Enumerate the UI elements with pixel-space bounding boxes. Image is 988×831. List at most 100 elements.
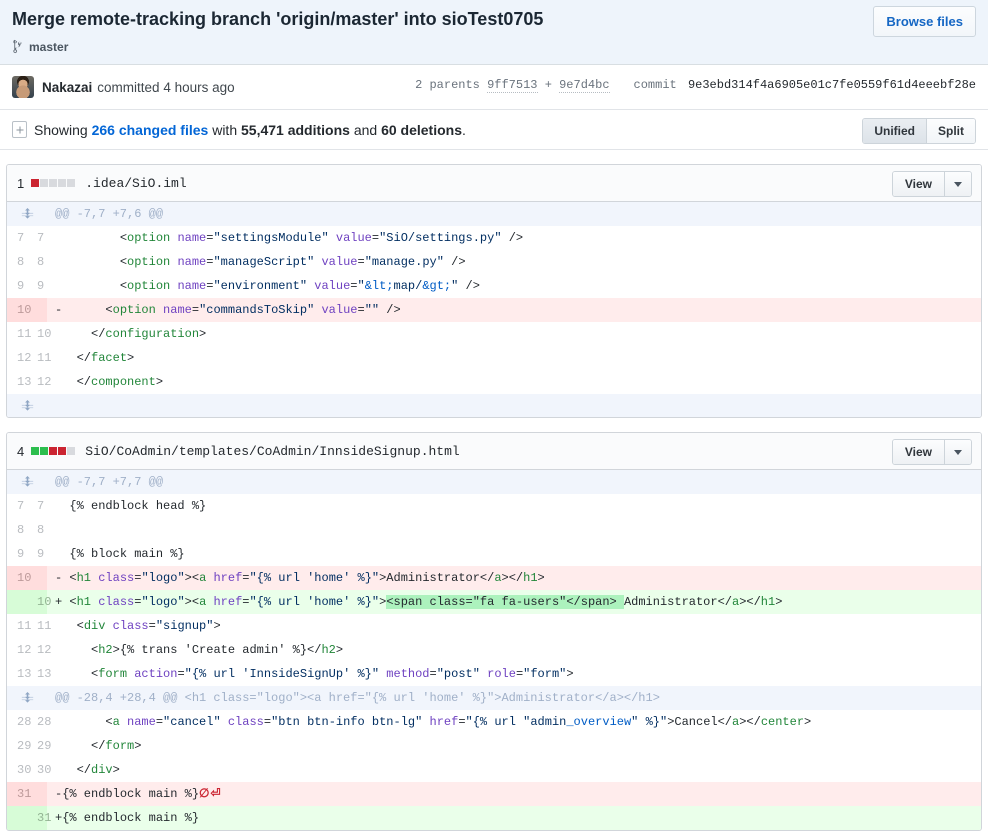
line-number-old[interactable]: 12 bbox=[7, 638, 31, 663]
line-number-old[interactable]: 12 bbox=[7, 346, 31, 371]
diff-table: @@ -7,7 +7,6 @@ 7 7 <option name="settings… bbox=[7, 202, 981, 418]
file-path[interactable]: .idea/SiO.iml bbox=[85, 176, 186, 191]
file-options-dropdown-button[interactable] bbox=[944, 172, 971, 197]
line-number-old[interactable]: 8 bbox=[7, 518, 27, 543]
diff-hunk-header-row bbox=[7, 394, 981, 418]
line-number-new[interactable]: 10 bbox=[27, 590, 51, 615]
avatar[interactable] bbox=[12, 76, 34, 99]
diff-line-add: 31 +{% endblock main %} bbox=[7, 806, 981, 831]
showing-label: Showing bbox=[34, 121, 88, 138]
line-number-old[interactable]: 9 bbox=[7, 542, 27, 567]
commit-sha[interactable]: 9e3ebd314f4a6905e01c7fe0559f61d4eeebf28e bbox=[688, 78, 976, 92]
diff-line-ctx: 13 12 </component> bbox=[7, 370, 981, 395]
file-diffstat bbox=[31, 179, 76, 188]
tab-split[interactable]: Split bbox=[926, 119, 975, 144]
file-path[interactable]: SiO/CoAdmin/templates/CoAdmin/InnsideSig… bbox=[85, 444, 459, 459]
expand-context-cell[interactable] bbox=[7, 686, 47, 711]
commit-label: commit bbox=[633, 78, 677, 93]
line-number-old[interactable]: 10 bbox=[7, 298, 31, 323]
diff-line-ctx: 11 10 </configuration> bbox=[7, 322, 981, 347]
line-number-old[interactable]: 7 bbox=[7, 226, 27, 251]
expand-context-icon[interactable] bbox=[21, 399, 34, 414]
hunk-header-text: @@ -7,7 +7,6 @@ bbox=[47, 202, 981, 227]
period: . bbox=[462, 121, 466, 138]
expand-diff-icon[interactable] bbox=[12, 121, 27, 139]
diffstat-block-non bbox=[58, 179, 67, 188]
line-number-old[interactable]: 11 bbox=[7, 614, 31, 639]
file-change-count: 4 bbox=[17, 443, 25, 459]
view-file-button[interactable]: View bbox=[892, 440, 944, 465]
branch-name[interactable]: master bbox=[29, 40, 68, 54]
line-number-new[interactable]: 9 bbox=[27, 274, 47, 299]
diff-line-content: <h2>{% trans 'Create admin' %}</h2> bbox=[47, 638, 981, 662]
diff-line-ctx: 99 <option name="environment" value="&lt… bbox=[7, 274, 981, 299]
diffstat-block-del bbox=[49, 447, 58, 456]
file-diffstat bbox=[31, 447, 76, 456]
line-number-old[interactable]: 30 bbox=[7, 758, 31, 783]
deletions-count: 60 deletions bbox=[381, 121, 462, 138]
file-options-dropdown-button[interactable] bbox=[944, 440, 971, 465]
line-number-new[interactable]: 8 bbox=[27, 250, 47, 275]
line-number-old[interactable]: 7 bbox=[7, 494, 27, 519]
diff-line-content: <option name="manageScript" value="manag… bbox=[47, 250, 981, 274]
diff-line-sign: + bbox=[55, 811, 63, 826]
expand-context-cell[interactable] bbox=[7, 470, 47, 495]
diff-line-sign bbox=[55, 667, 62, 681]
diff-line-content: +{% endblock main %} bbox=[47, 806, 981, 831]
line-number-old[interactable]: 29 bbox=[7, 734, 31, 759]
diff-line-content: </configuration> bbox=[47, 322, 981, 346]
line-number-new[interactable]: 8 bbox=[27, 518, 47, 543]
diff-line-sign: - bbox=[55, 571, 63, 586]
diff-line-ctx: 29 29 </form> bbox=[7, 734, 981, 759]
diff-line-ctx: 88 <option name="manageScript" value="ma… bbox=[7, 250, 981, 275]
diff-line-content: </form> bbox=[47, 734, 981, 758]
diffstat-block-del bbox=[58, 447, 67, 456]
line-number-old[interactable]: 9 bbox=[7, 274, 27, 299]
line-number-new[interactable]: 9 bbox=[27, 542, 47, 567]
diff-line-sign: + bbox=[55, 595, 63, 610]
commit-title: Merge remote-tracking branch 'origin/mas… bbox=[12, 9, 544, 29]
diff-hunk-header-row: @@ -28,4 +28,4 @@ <h1 class="logo"><a hr… bbox=[7, 686, 981, 711]
author-name[interactable]: Nakazai bbox=[42, 80, 92, 95]
line-number-old[interactable]: 11 bbox=[7, 322, 31, 347]
line-number-old[interactable] bbox=[7, 806, 27, 831]
line-number-old[interactable]: 28 bbox=[7, 710, 31, 735]
diff-stats-bar: Showing 266 changed files with 55,471 ad… bbox=[0, 110, 988, 151]
line-number-old[interactable]: 31 bbox=[7, 782, 31, 807]
diff-line-content: {% endblock head %} bbox=[47, 494, 981, 518]
commit-sha-info: 2 parents 9ff7513 + 9e7d4bc commit 9e3eb… bbox=[415, 78, 976, 94]
diff-line-sign bbox=[55, 327, 62, 341]
expand-context-cell[interactable] bbox=[7, 202, 47, 227]
diffstat-block-non bbox=[49, 179, 58, 188]
expand-context-cell[interactable] bbox=[7, 394, 47, 418]
line-number-old[interactable]: 8 bbox=[7, 250, 27, 275]
line-number-old[interactable]: 13 bbox=[7, 370, 31, 395]
diff-line-content: <option name="settingsModule" value="SiO… bbox=[47, 226, 981, 250]
diff-line-sign bbox=[55, 523, 62, 537]
expand-context-icon[interactable] bbox=[21, 691, 34, 706]
diff-line-del: 31 -{% endblock main %}∅⏎ bbox=[7, 782, 981, 807]
expand-context-icon[interactable] bbox=[21, 207, 34, 222]
git-branch-icon bbox=[13, 40, 22, 54]
hunk-header-text bbox=[47, 394, 981, 418]
browse-files-button[interactable]: Browse files bbox=[873, 6, 976, 37]
parent-sha-1[interactable]: 9ff7513 bbox=[487, 78, 538, 94]
parent-plus: + bbox=[544, 78, 552, 93]
changed-files-link[interactable]: 266 changed files bbox=[92, 122, 209, 138]
diffstat-block-add bbox=[40, 447, 49, 456]
expand-context-icon[interactable] bbox=[21, 475, 34, 490]
diff-line-ctx: 77 {% endblock head %} bbox=[7, 494, 981, 519]
line-number-old[interactable]: 10 bbox=[7, 566, 31, 591]
diff-line-content: <a name="cancel" class="btn btn-info btn… bbox=[47, 710, 981, 734]
hunk-header-text: @@ -7,7 +7,7 @@ bbox=[47, 470, 981, 495]
line-number-new[interactable]: 31 bbox=[27, 806, 51, 831]
line-number-old[interactable]: 13 bbox=[7, 662, 31, 687]
diff-line-sign bbox=[55, 231, 62, 245]
line-number-new[interactable]: 7 bbox=[27, 494, 47, 519]
line-number-new[interactable]: 7 bbox=[27, 226, 47, 251]
view-file-button[interactable]: View bbox=[892, 172, 944, 197]
tab-unified[interactable]: Unified bbox=[863, 119, 926, 144]
parent-sha-2[interactable]: 9e7d4bc bbox=[559, 78, 610, 94]
diff-line-content: </component> bbox=[47, 370, 981, 394]
line-number-old[interactable] bbox=[7, 590, 27, 615]
